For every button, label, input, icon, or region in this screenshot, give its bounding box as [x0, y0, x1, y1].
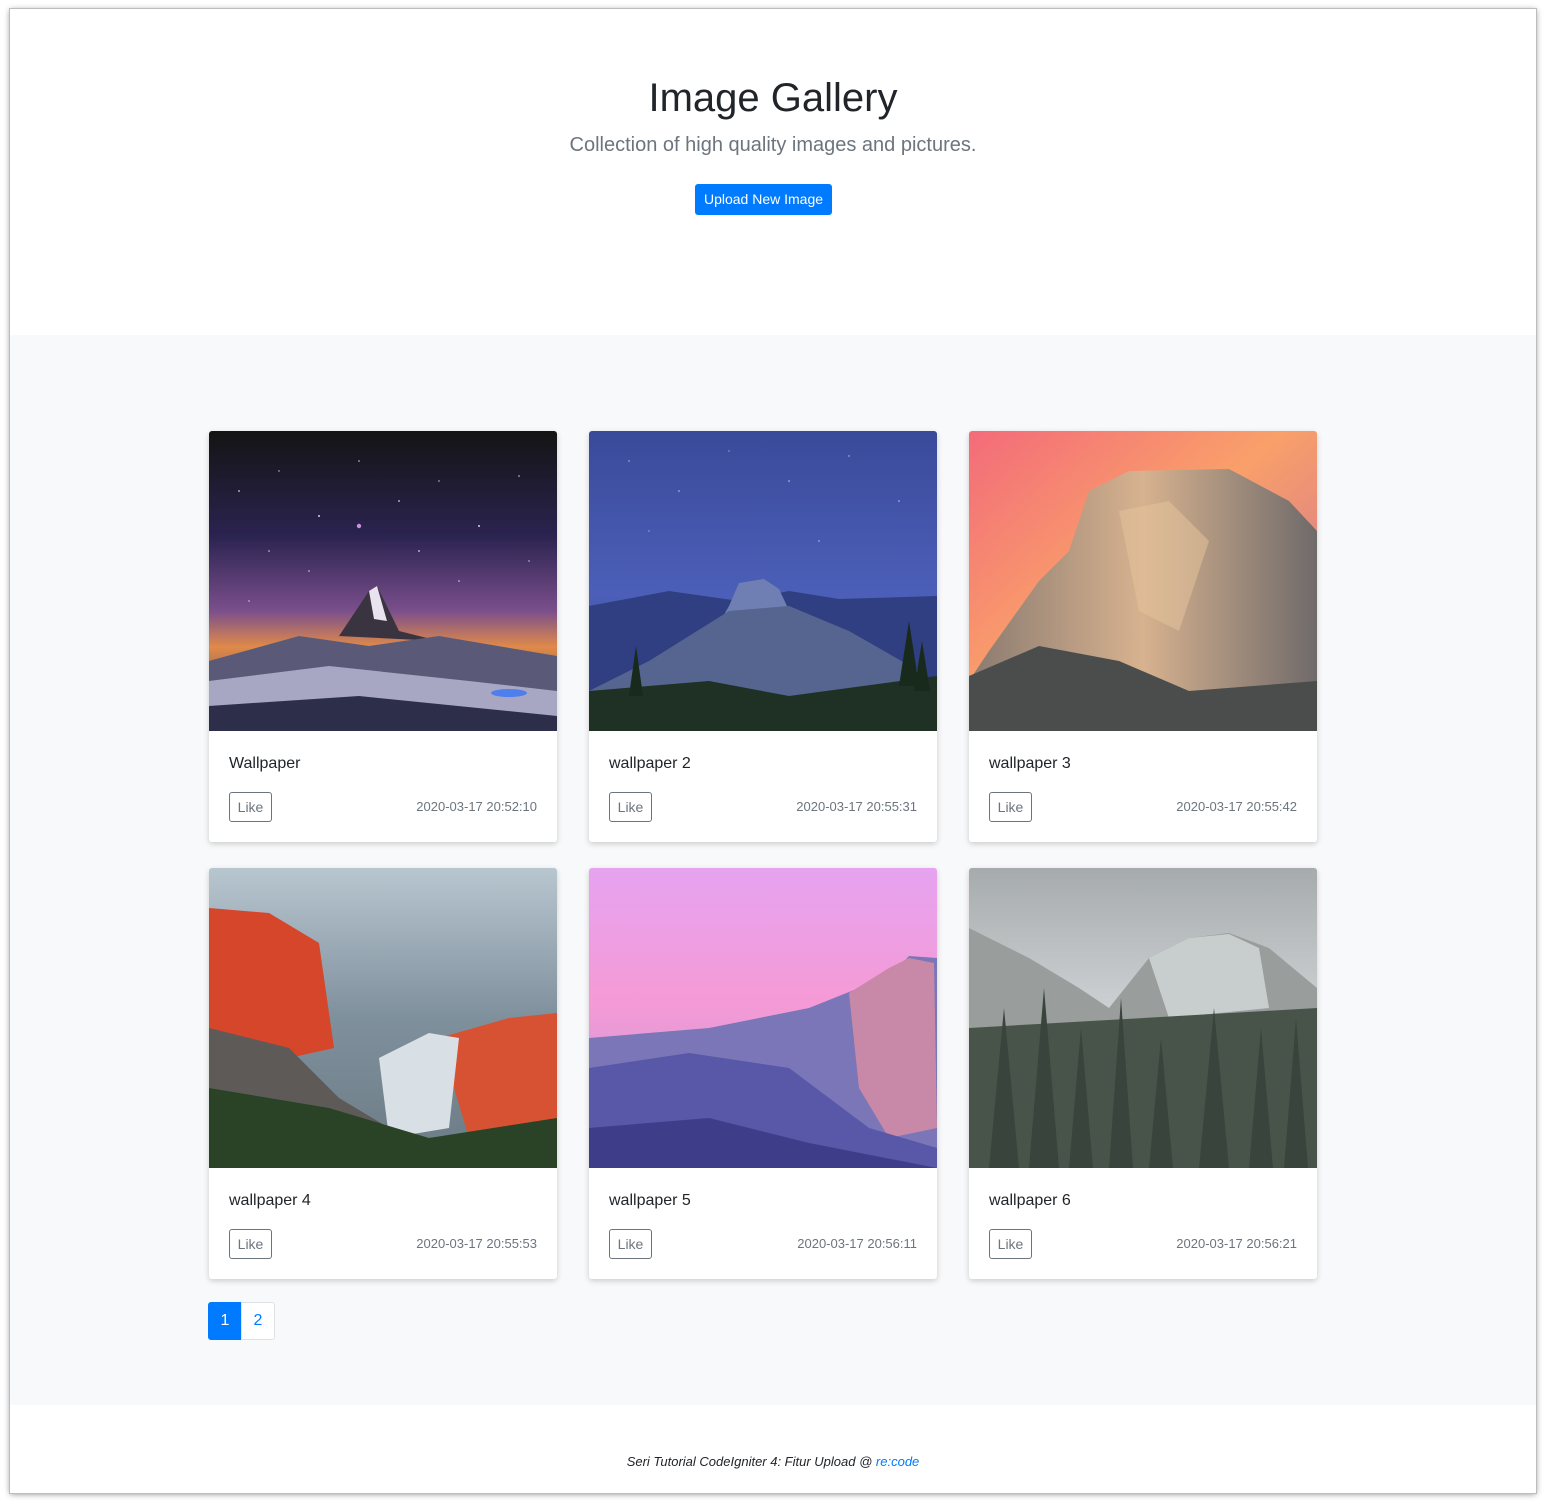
footer-text: Seri Tutorial CodeIgniter 4: Fitur Uploa…	[10, 1454, 1536, 1470]
gallery-image[interactable]	[969, 868, 1317, 1168]
upload-new-image-button[interactable]: Upload New Image	[695, 184, 832, 215]
card-title: Wallpaper	[229, 755, 301, 772]
gallery-card: wallpaper 5 Like 2020-03-17 20:56:11	[589, 868, 937, 1279]
gallery-image[interactable]	[209, 431, 557, 731]
gallery-image[interactable]	[589, 868, 937, 1168]
card-date: 2020-03-17 20:56:21	[1176, 1236, 1297, 1251]
hero-section: Image Gallery Collection of high quality…	[10, 9, 1536, 335]
footer-link-recode[interactable]: re:code	[876, 1454, 919, 1469]
gallery-card: wallpaper 3 Like 2020-03-17 20:55:42	[969, 431, 1317, 842]
page-link-2[interactable]: 2	[241, 1302, 275, 1340]
page-title: Image Gallery	[648, 76, 898, 120]
gallery-card: Wallpaper Like 2020-03-17 20:52:10	[209, 431, 557, 842]
card-title: wallpaper 6	[989, 1192, 1071, 1209]
card-title: wallpaper 3	[989, 755, 1071, 772]
like-button[interactable]: Like	[989, 1229, 1032, 1259]
pagination: 1 2	[208, 1302, 275, 1340]
card-title: wallpaper 4	[229, 1192, 311, 1209]
card-date: 2020-03-17 20:52:10	[416, 799, 537, 814]
like-button[interactable]: Like	[989, 792, 1032, 822]
card-date: 2020-03-17 20:55:42	[1176, 799, 1297, 814]
card-date: 2020-03-17 20:55:31	[796, 799, 917, 814]
gallery-image[interactable]	[969, 431, 1317, 731]
footer: Seri Tutorial CodeIgniter 4: Fitur Uploa…	[10, 1405, 1536, 1493]
card-date: 2020-03-17 20:56:11	[797, 1236, 917, 1251]
like-button[interactable]: Like	[229, 792, 272, 822]
card-date: 2020-03-17 20:55:53	[416, 1236, 537, 1251]
page-subtitle: Collection of high quality images and pi…	[569, 134, 977, 156]
card-title: wallpaper 5	[609, 1192, 691, 1209]
gallery-card: wallpaper 2 Like 2020-03-17 20:55:31	[589, 431, 937, 842]
like-button[interactable]: Like	[609, 1229, 652, 1259]
browser-window: Image Gallery Collection of high quality…	[10, 9, 1536, 1493]
page-link-1[interactable]: 1	[208, 1302, 242, 1340]
like-button[interactable]: Like	[229, 1229, 272, 1259]
gallery-section: Wallpaper Like 2020-03-17 20:52:10 wallp…	[10, 335, 1536, 1405]
gallery-image[interactable]	[589, 431, 937, 731]
like-button[interactable]: Like	[609, 792, 652, 822]
card-title: wallpaper 2	[609, 755, 691, 772]
gallery-image[interactable]	[209, 868, 557, 1168]
footer-caption: Seri Tutorial CodeIgniter 4: Fitur Uploa…	[626, 1454, 876, 1469]
gallery-card: wallpaper 4 Like 2020-03-17 20:55:53	[209, 868, 557, 1279]
gallery-card: wallpaper 6 Like 2020-03-17 20:56:21	[969, 868, 1317, 1279]
